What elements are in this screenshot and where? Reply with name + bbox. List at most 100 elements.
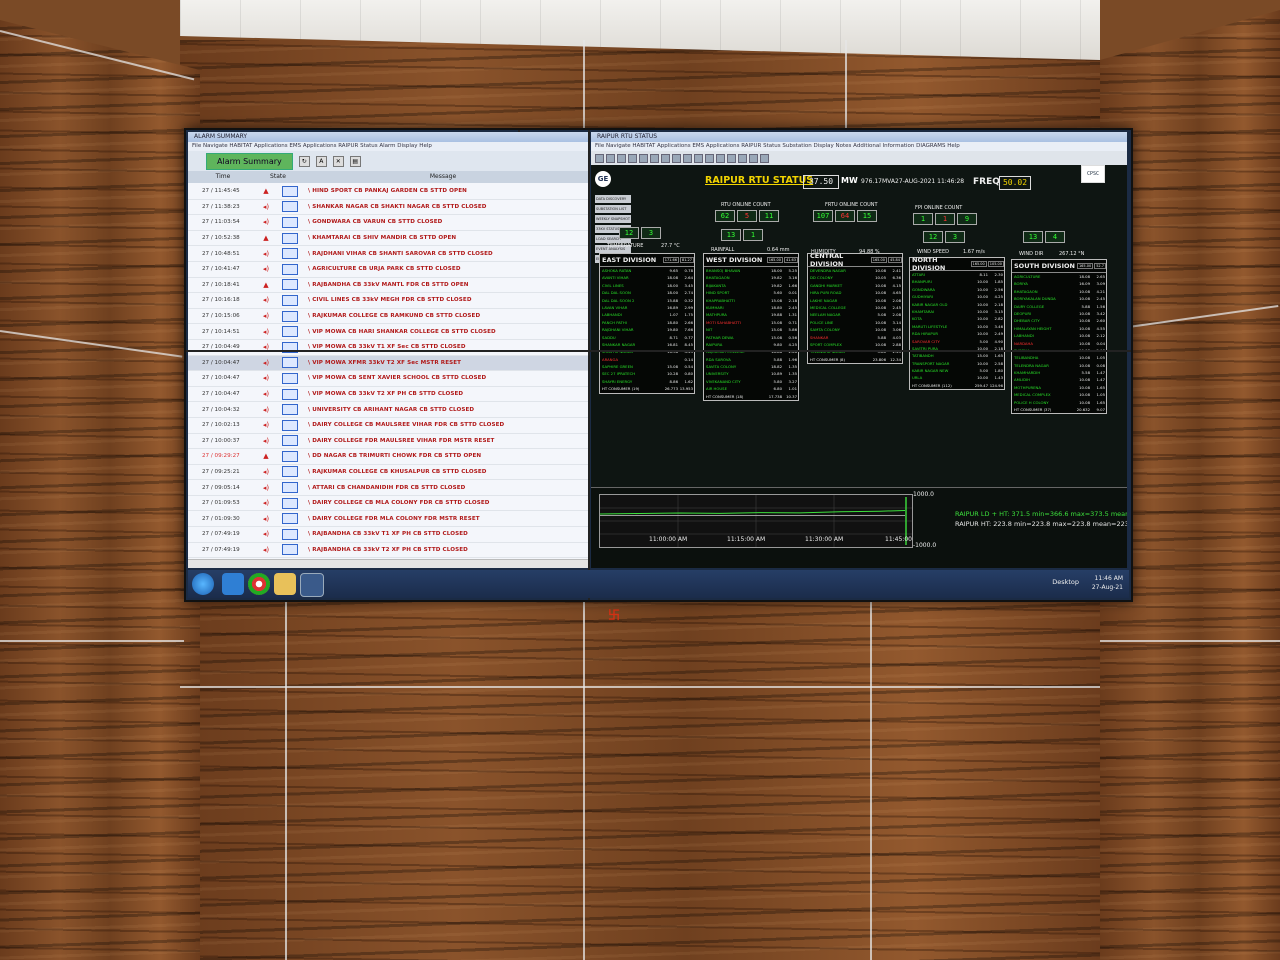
substation-row[interactable]: DEOPURI 10.08 3.42 — [1012, 310, 1106, 317]
tool-icon[interactable] — [705, 153, 714, 163]
scada-menubar[interactable]: File Navigate HABITAT Applications EMS A… — [591, 142, 1127, 151]
substation-row[interactable]: HIMALAYAN HEIGHT 10.08 4.55 — [1012, 325, 1106, 332]
substation-row[interactable]: HT CONSUMER (19) 26.773 13.953 — [600, 385, 694, 392]
substation-row[interactable]: URLA 10.00 1.43 — [910, 374, 1004, 381]
tool-icon[interactable] — [716, 153, 725, 163]
substation-row[interactable]: BHANSOJ BHAVAN 18.00 5.25 — [704, 267, 798, 274]
desktop-label[interactable]: Desktop — [1052, 578, 1079, 586]
substation-row[interactable]: RAIPURA 9.80 4.25 — [704, 341, 798, 348]
horizontal-scrollbar[interactable] — [188, 559, 588, 568]
substation-row[interactable]: TELIBANDHA 10.08 1.05 — [1012, 354, 1106, 361]
substation-row[interactable]: ARANGA 0.14 — [600, 356, 694, 363]
substation-row[interactable]: SHAYRI ENERGY 8.86 1.62 — [600, 378, 694, 385]
substation-row[interactable]: LAVAN VIHAR 16.89 2.99 — [600, 304, 694, 311]
substation-row[interactable]: MEDICAL COMPLEX 10.08 1.05 — [1012, 391, 1106, 398]
alarm-row[interactable]: 27 / 10:41:47 ◂) \ AGRICULTURE CB URJA PAR… — [188, 262, 588, 278]
substation-row[interactable]: PANCH PATHI 18.80 2.66 — [600, 319, 694, 326]
alarm-row[interactable]: 27 / 01:09:53 ◂) \ DAIRY COLLEGE CB MLA CO… — [188, 496, 588, 512]
substation-row[interactable]: BHANPURI 10.00 1.85 — [910, 278, 1004, 285]
substation-row[interactable]: AMLIDIH 10.08 1.47 — [1012, 376, 1106, 383]
substation-row[interactable]: KABIR NAGAR NEW 5.00 1.80 — [910, 367, 1004, 374]
tool-icon[interactable] — [661, 153, 670, 163]
substation-row[interactable]: TRANSPORT NAGAR 10.00 2.58 — [910, 360, 1004, 367]
substation-row[interactable]: KHAMTARAI 10.00 3.15 — [910, 308, 1004, 315]
substation-row[interactable]: LAKHE NAGAR 10.08 2.08 — [808, 297, 902, 304]
east-division-panel[interactable]: EAST DIVISION 171.66 81.27 ASHOKA RATAN 9… — [599, 253, 695, 394]
substation-row[interactable]: BORIYAKALAN DUNDA 10.08 2.45 — [1012, 295, 1106, 302]
scada-titlebar[interactable]: RAIPUR RTU STATUS — [591, 132, 1127, 142]
alarm-row[interactable]: 27 / 07:49:19 ◂) \ RAJBANDHA CB 33kV T1 XF… — [188, 527, 588, 543]
alarm-row[interactable]: 27 / 10:16:18 ◂) \ CIVIL LINES CB 33kV MEG… — [188, 293, 588, 309]
substation-row[interactable]: KHAPRABHATTI 15.08 2.18 — [704, 297, 798, 304]
refresh-icon[interactable]: ↻ — [298, 155, 310, 167]
substation-row[interactable]: KABIR NAGAR OLD 10.00 2.18 — [910, 301, 1004, 308]
alarm-row[interactable]: 27 / 10:04:49 ◂) \ VIP MOWA CB 33kV T1 XF … — [188, 340, 588, 356]
substation-row[interactable]: MOTHPURENA 10.08 1.65 — [1012, 384, 1106, 391]
central-division-panel[interactable]: CENTRAL DIVISION 165.00 45.84 DEVENDRA NA… — [807, 252, 903, 365]
delete-icon[interactable]: ✕ — [332, 155, 344, 167]
substation-row[interactable]: ASHOKA RATAN 9.65 0.78 — [600, 267, 694, 274]
tool-icon[interactable] — [606, 153, 615, 163]
substation-row[interactable]: HIND SPORT 5.60 0.01 — [704, 289, 798, 296]
substation-row[interactable]: RDA SAROVA 5.88 1.96 — [704, 356, 798, 363]
substation-row[interactable]: HT CONSUMER (112) 259.47 124.96 — [910, 382, 1004, 389]
alarm-row[interactable]: 27 / 11:38:23 ◂) \ SHANKAR NAGAR CB SHAKTI… — [188, 200, 588, 216]
substation-row[interactable]: RAJDHANI VIHAR 19.80 7.66 — [600, 326, 694, 333]
substation-row[interactable]: HIRA PURI ROAD 10.08 4.65 — [808, 289, 902, 296]
substation-row[interactable]: TATIBANDH 15.00 1.65 — [910, 352, 1004, 359]
substation-row[interactable]: GONDWARA 10.00 2.56 — [910, 286, 1004, 293]
substation-row[interactable]: KHAMHARDIH 5.58 1.47 — [1012, 369, 1106, 376]
alarm-row[interactable]: 27 / 10:00:37 ◂) \ DAIRY COLLEGE FDR MAULS… — [188, 434, 588, 450]
substation-row[interactable]: SAPHIRE GREEN 15.08 0.54 — [600, 363, 694, 370]
substation-row[interactable]: BHATAGAON 19.82 3.16 — [704, 274, 798, 281]
substation-row[interactable]: HT CONSUMER (37) 20.632 9.07 — [1012, 406, 1106, 413]
substation-row[interactable]: AGRICULTURE 18.08 2.65 — [1012, 273, 1106, 280]
substation-row[interactable]: NIT 15.08 5.86 — [704, 326, 798, 333]
substation-row[interactable]: DHEBAR CITY 10.08 2.60 — [1012, 317, 1106, 324]
substation-row[interactable]: MATHPURA 19.88 1.31 — [704, 311, 798, 318]
substation-row[interactable]: DAL DAL SOON 18.00 2.74 — [600, 289, 694, 296]
alarm-row[interactable]: 27 / 10:15:06 ◂) \ RAJKUMAR COLLEGE CB RAM… — [188, 309, 588, 325]
substation-row[interactable]: VIVEKANAND CITY 5.80 3.27 — [704, 378, 798, 385]
substation-row[interactable]: KOTA 10.00 2.82 — [910, 315, 1004, 322]
nav-button[interactable]: WEEKLY SNAPSHOT — [595, 215, 631, 223]
ie-icon[interactable] — [222, 573, 244, 595]
alarm-row[interactable]: 27 / 10:48:51 ◂) \ RAJDHANI VIHAR CB SHANT… — [188, 246, 588, 262]
tool-icon[interactable] — [683, 153, 692, 163]
app-icon[interactable] — [300, 573, 324, 597]
substation-row[interactable]: LABHANDI 10.08 2.12 — [1012, 332, 1106, 339]
substation-row[interactable]: DD COLONY 10.05 6.36 — [808, 274, 902, 281]
substation-row[interactable]: POLICE H COLONY 10.08 1.65 — [1012, 399, 1106, 406]
alarm-row[interactable]: 27 / 07:49:19 ◂) \ RAJBANDHA CB 33kV T2 XF… — [188, 543, 588, 559]
substation-row[interactable]: CIVIL LINES 18.00 3.45 — [600, 282, 694, 289]
alarm-row[interactable]: 27 / 11:45:45 ▲ \ HIND SPORT CB PANKAJ GAR… — [188, 184, 588, 200]
chrome-icon[interactable] — [248, 573, 270, 595]
filter-icon[interactable]: ▤ — [349, 155, 361, 167]
substation-row[interactable]: BIJAKANTA 19.82 1.66 — [704, 282, 798, 289]
substation-row[interactable]: GUDHIYARI 10.00 4.25 — [910, 293, 1004, 300]
tool-icon[interactable] — [749, 153, 758, 163]
substation-row[interactable]: AIR HOUSE 6.80 1.01 — [704, 385, 798, 392]
alarm-row[interactable]: 27 / 10:04:47 ◂) \ VIP MOWA CB SENT XAVIER… — [188, 371, 588, 387]
north-division-panel[interactable]: NORTH DIVISION 165.00 105.00 ATTARI 8.11 … — [909, 256, 1005, 391]
tool-icon[interactable] — [727, 153, 736, 163]
tool-icon[interactable] — [650, 153, 659, 163]
substation-row[interactable]: SHANKAR 5.88 4.03 — [808, 334, 902, 341]
substation-row[interactable]: POLICE LINE 10.08 3.14 — [808, 319, 902, 326]
substation-row[interactable]: DAL DAL SOON 2 15.88 0.32 — [600, 297, 694, 304]
substation-row[interactable]: SEC 27 IPRATECH 10.28 0.80 — [600, 370, 694, 377]
substation-row[interactable]: NEELAM NAGAR 5.08 2.08 — [808, 311, 902, 318]
alarm-row[interactable]: 27 / 10:04:47 ◂) \ VIP MOWA XFMR 33kV T2 X… — [188, 355, 588, 372]
west-division-panel[interactable]: WEST DIVISION 165.00 41.63 BHANSOJ BHAVAN… — [703, 253, 799, 402]
south-division-panel[interactable]: SOUTH DIVISION 165.00 52.7 AGRICULTURE 18… — [1011, 259, 1107, 415]
alarm-row[interactable]: 27 / 10:04:32 ◂) \ UNIVERSITY CB ARIHANT N… — [188, 402, 588, 418]
alarm-row[interactable]: 27 / 10:04:47 ◂) \ VIP MOWA CB 33kV T2 XF … — [188, 387, 588, 403]
folder-icon[interactable] — [274, 573, 296, 595]
substation-row[interactable]: ATTARI 8.11 2.30 — [910, 271, 1004, 278]
substation-row[interactable]: AVANTI VIHAR 18.08 2.64 — [600, 274, 694, 281]
substation-row[interactable]: SHANKAR NAGAR 16.81 8.45 — [600, 341, 694, 348]
substation-row[interactable]: BHATAGAON 10.08 4.21 — [1012, 288, 1106, 295]
alarm-row[interactable]: 27 / 11:03:54 ◂) \ GONDWARA CB VARUN CB ST… — [188, 215, 588, 231]
alarm-row[interactable]: 27 / 10:02:13 ◂) \ DAIRY COLLEGE CB MAULSR… — [188, 418, 588, 434]
substation-row[interactable]: MARUTI LIFESTYLE 10.00 3.46 — [910, 323, 1004, 330]
